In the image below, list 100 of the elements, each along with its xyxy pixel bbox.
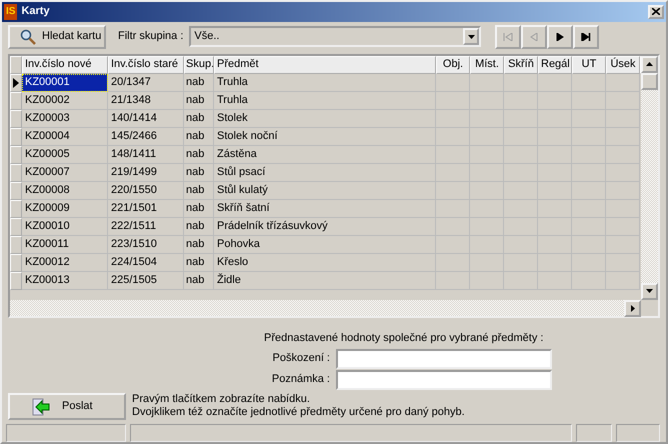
field-label: Poznámka : bbox=[270, 373, 330, 387]
table-cell bbox=[572, 218, 606, 236]
table-cell bbox=[572, 182, 606, 200]
table-cell bbox=[436, 182, 470, 200]
defaults-heading: Přednastavené hodnoty společné pro vybrané předměty : bbox=[264, 332, 544, 345]
prev-arrow-icon bbox=[529, 32, 540, 41]
table-cell bbox=[606, 92, 640, 110]
row-header[interactable] bbox=[10, 74, 22, 92]
table-cell bbox=[504, 254, 538, 272]
close-button[interactable] bbox=[648, 4, 664, 19]
table-cell: 221/1501 bbox=[108, 200, 184, 218]
next-record-button[interactable] bbox=[547, 24, 574, 49]
column-header[interactable]: Inv.číslo nové bbox=[22, 56, 108, 74]
table-cell: KZ00002 bbox=[22, 92, 108, 110]
dropdown-arrow-icon bbox=[468, 34, 475, 39]
table-cell: 145/2466 bbox=[108, 128, 184, 146]
table-cell: Pohovka bbox=[214, 236, 436, 254]
column-header[interactable]: Skup. bbox=[184, 56, 214, 74]
table-cell bbox=[436, 218, 470, 236]
column-header[interactable]: Úsek bbox=[606, 56, 640, 74]
table-cell bbox=[470, 236, 504, 254]
filter-dropdown[interactable]: Vše.. bbox=[189, 26, 482, 48]
table-cell: Křeslo bbox=[214, 254, 436, 272]
table-cell: KZ00008 bbox=[22, 182, 108, 200]
table-cell bbox=[538, 218, 572, 236]
table-cell: Truhla bbox=[214, 74, 436, 92]
table-cell bbox=[470, 218, 504, 236]
table-cell: 148/1411 bbox=[108, 146, 184, 164]
table-cell bbox=[606, 236, 640, 254]
table-cell: nab bbox=[184, 200, 214, 218]
column-header[interactable]: Obj. bbox=[436, 56, 470, 74]
table-cell: Stolek bbox=[214, 110, 436, 128]
table-cell: KZ00011 bbox=[22, 236, 108, 254]
arrow-icon bbox=[32, 398, 50, 416]
table-cell bbox=[572, 74, 606, 92]
table-cell: 140/1414 bbox=[108, 110, 184, 128]
table-cell bbox=[606, 164, 640, 182]
table-cell bbox=[538, 128, 572, 146]
table-cell: Stůl psací bbox=[214, 164, 436, 182]
table-cell bbox=[538, 236, 572, 254]
table-cell bbox=[572, 200, 606, 218]
table-cell bbox=[436, 272, 470, 290]
input-field[interactable] bbox=[336, 370, 552, 390]
table-cell: KZ00001 bbox=[22, 74, 108, 92]
table-cell: 219/1499 bbox=[108, 164, 184, 182]
vertical-scrollbar[interactable] bbox=[641, 56, 658, 300]
column-header[interactable]: Skříň bbox=[504, 56, 538, 74]
column-header[interactable]: Regál bbox=[538, 56, 572, 74]
table-cell bbox=[606, 146, 640, 164]
table-cell bbox=[470, 74, 504, 92]
down-arrow-icon bbox=[646, 289, 653, 294]
table-cell bbox=[504, 146, 538, 164]
send-button[interactable]: Poslat bbox=[8, 393, 126, 420]
table-cell bbox=[436, 236, 470, 254]
close-icon bbox=[652, 8, 660, 16]
table-cell bbox=[436, 74, 470, 92]
column-header[interactable]: Předmět bbox=[214, 56, 436, 74]
table-cell bbox=[504, 74, 538, 92]
search-button[interactable]: Hledat kartu bbox=[8, 24, 106, 49]
table-cell bbox=[470, 200, 504, 218]
up-arrow-icon bbox=[646, 62, 653, 66]
table-cell: KZ00007 bbox=[22, 164, 108, 182]
table-cell bbox=[572, 272, 606, 290]
horizontal-scrollbar[interactable] bbox=[10, 300, 641, 316]
table-cell: KZ00004 bbox=[22, 128, 108, 146]
table-cell bbox=[538, 164, 572, 182]
window-title: Karty bbox=[21, 5, 50, 19]
table-cell: Truhla bbox=[214, 92, 436, 110]
last-record-button[interactable] bbox=[573, 24, 600, 49]
table-cell: KZ00005 bbox=[22, 146, 108, 164]
table-cell: nab bbox=[184, 164, 214, 182]
scroll-thumb[interactable] bbox=[641, 72, 658, 90]
table-cell: nab bbox=[184, 254, 214, 272]
table-cell: 20/1347 bbox=[108, 74, 184, 92]
filter-label: Filtr skupina : bbox=[118, 30, 184, 44]
table-cell bbox=[504, 218, 538, 236]
table-cell bbox=[572, 110, 606, 128]
table-cell bbox=[606, 128, 640, 146]
table-cell: KZ00012 bbox=[22, 254, 108, 272]
field-label: Poškození : bbox=[272, 352, 330, 366]
table-cell: Zástěna bbox=[214, 146, 436, 164]
table-cell bbox=[538, 200, 572, 218]
table-cell bbox=[504, 92, 538, 110]
table-cell bbox=[470, 182, 504, 200]
right-arrow-icon bbox=[630, 304, 634, 312]
table-cell: nab bbox=[184, 110, 214, 128]
table-cell: 21/1348 bbox=[108, 92, 184, 110]
table-cell bbox=[572, 236, 606, 254]
column-header[interactable]: UT bbox=[572, 56, 606, 74]
input-field[interactable] bbox=[336, 349, 552, 369]
table-cell bbox=[572, 146, 606, 164]
search-icon bbox=[20, 28, 36, 45]
table-cell bbox=[572, 128, 606, 146]
table-cell bbox=[504, 128, 538, 146]
column-header[interactable]: Inv.číslo staré bbox=[108, 56, 184, 74]
table-cell: KZ00009 bbox=[22, 200, 108, 218]
column-header[interactable]: Míst. bbox=[470, 56, 504, 74]
last-arrow-icon bbox=[581, 32, 592, 41]
table-cell: 220/1550 bbox=[108, 182, 184, 200]
table-cell bbox=[538, 272, 572, 290]
